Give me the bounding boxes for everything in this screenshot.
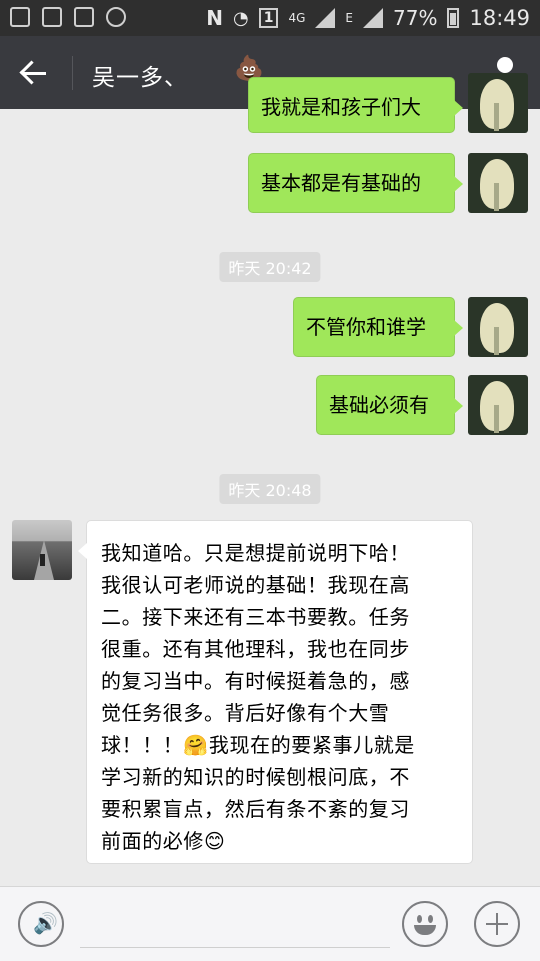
message-timestamp: 昨天 20:42 [219,252,321,282]
voice-icon: 🔊 [33,911,58,935]
divider [72,56,73,90]
chat-title: 吴一多、 [92,65,188,91]
my-avatar[interactable] [468,153,528,213]
message-line: 我知道哈。只是想提前说明下哈！ [101,541,410,565]
message-text: 基本都是有基础的 [261,171,421,195]
message-bubble-sent[interactable]: 基本都是有基础的 [248,153,463,213]
message-line: 要积累盲点，然后有条不紊的复习 [101,797,410,821]
more-options-button[interactable] [474,901,520,947]
input-bar: 🔊 [0,886,540,961]
gallery-notification-icon [10,7,30,27]
my-avatar[interactable] [468,375,528,435]
smiley-icon [417,915,422,923]
message-text: 不管你和谁学 [306,315,426,339]
message-line: 球！！！🤗我现在的要紧事儿就是 [101,733,415,757]
message-line: 很重。还有其他理科，我也在同步 [101,637,410,661]
signal-icon [315,8,336,28]
message-bubble-sent[interactable]: 不管你和谁学 [293,297,463,357]
message-line: 觉任务很多。背后好像有个大雪 [101,701,390,725]
message-bubble-sent[interactable]: 我就是和孩子们大 [248,77,463,133]
back-button[interactable] [14,54,54,92]
my-avatar[interactable] [468,73,528,133]
status-bar: N ◔ 1 4G E 77% 18:49 [0,0,540,36]
nfc-icon: N [206,6,224,30]
my-avatar[interactable] [468,297,528,357]
message-line: 二。接下来还有三本书要教。任务 [101,605,410,629]
data-indicator: E [345,11,354,25]
message-text: 基础必须有 [329,393,429,417]
message-bubble-sent[interactable]: 基础必须有 [316,375,463,435]
sim-slot-badge: 1 [258,8,279,28]
app-notification-icon [74,7,94,27]
message-line: 学习新的知识的时候刨根问底，不 [101,765,410,789]
phone-notification-icon [42,7,62,27]
network-type: 4G [288,11,306,25]
clock: 18:49 [469,6,530,30]
person-icon [497,57,513,73]
message-timestamp: 昨天 20:48 [219,474,321,504]
message-line: 我很认可老师说的基础！我现在高 [101,573,410,597]
message-text: 我就是和孩子们大 [261,95,421,119]
message-line: 的复习当中。有时候挺着急的，感 [101,669,410,693]
message-input[interactable] [80,947,390,948]
signal-icon-2 [363,8,384,28]
contact-avatar[interactable] [12,520,72,580]
message-bubble-received[interactable]: 我知道哈。只是想提前说明下哈！ 我很认可老师说的基础！我现在高 二。接下来还有三… [78,520,473,864]
battery-icon [447,8,460,28]
wifi-icon: ◔ [233,7,249,29]
emoji-button[interactable] [402,901,448,947]
battery-percent: 77% [393,6,438,30]
blocked-notification-icon [106,7,126,27]
voice-input-button[interactable]: 🔊 [18,901,64,947]
message-line: 前面的必修😊 [101,829,226,853]
